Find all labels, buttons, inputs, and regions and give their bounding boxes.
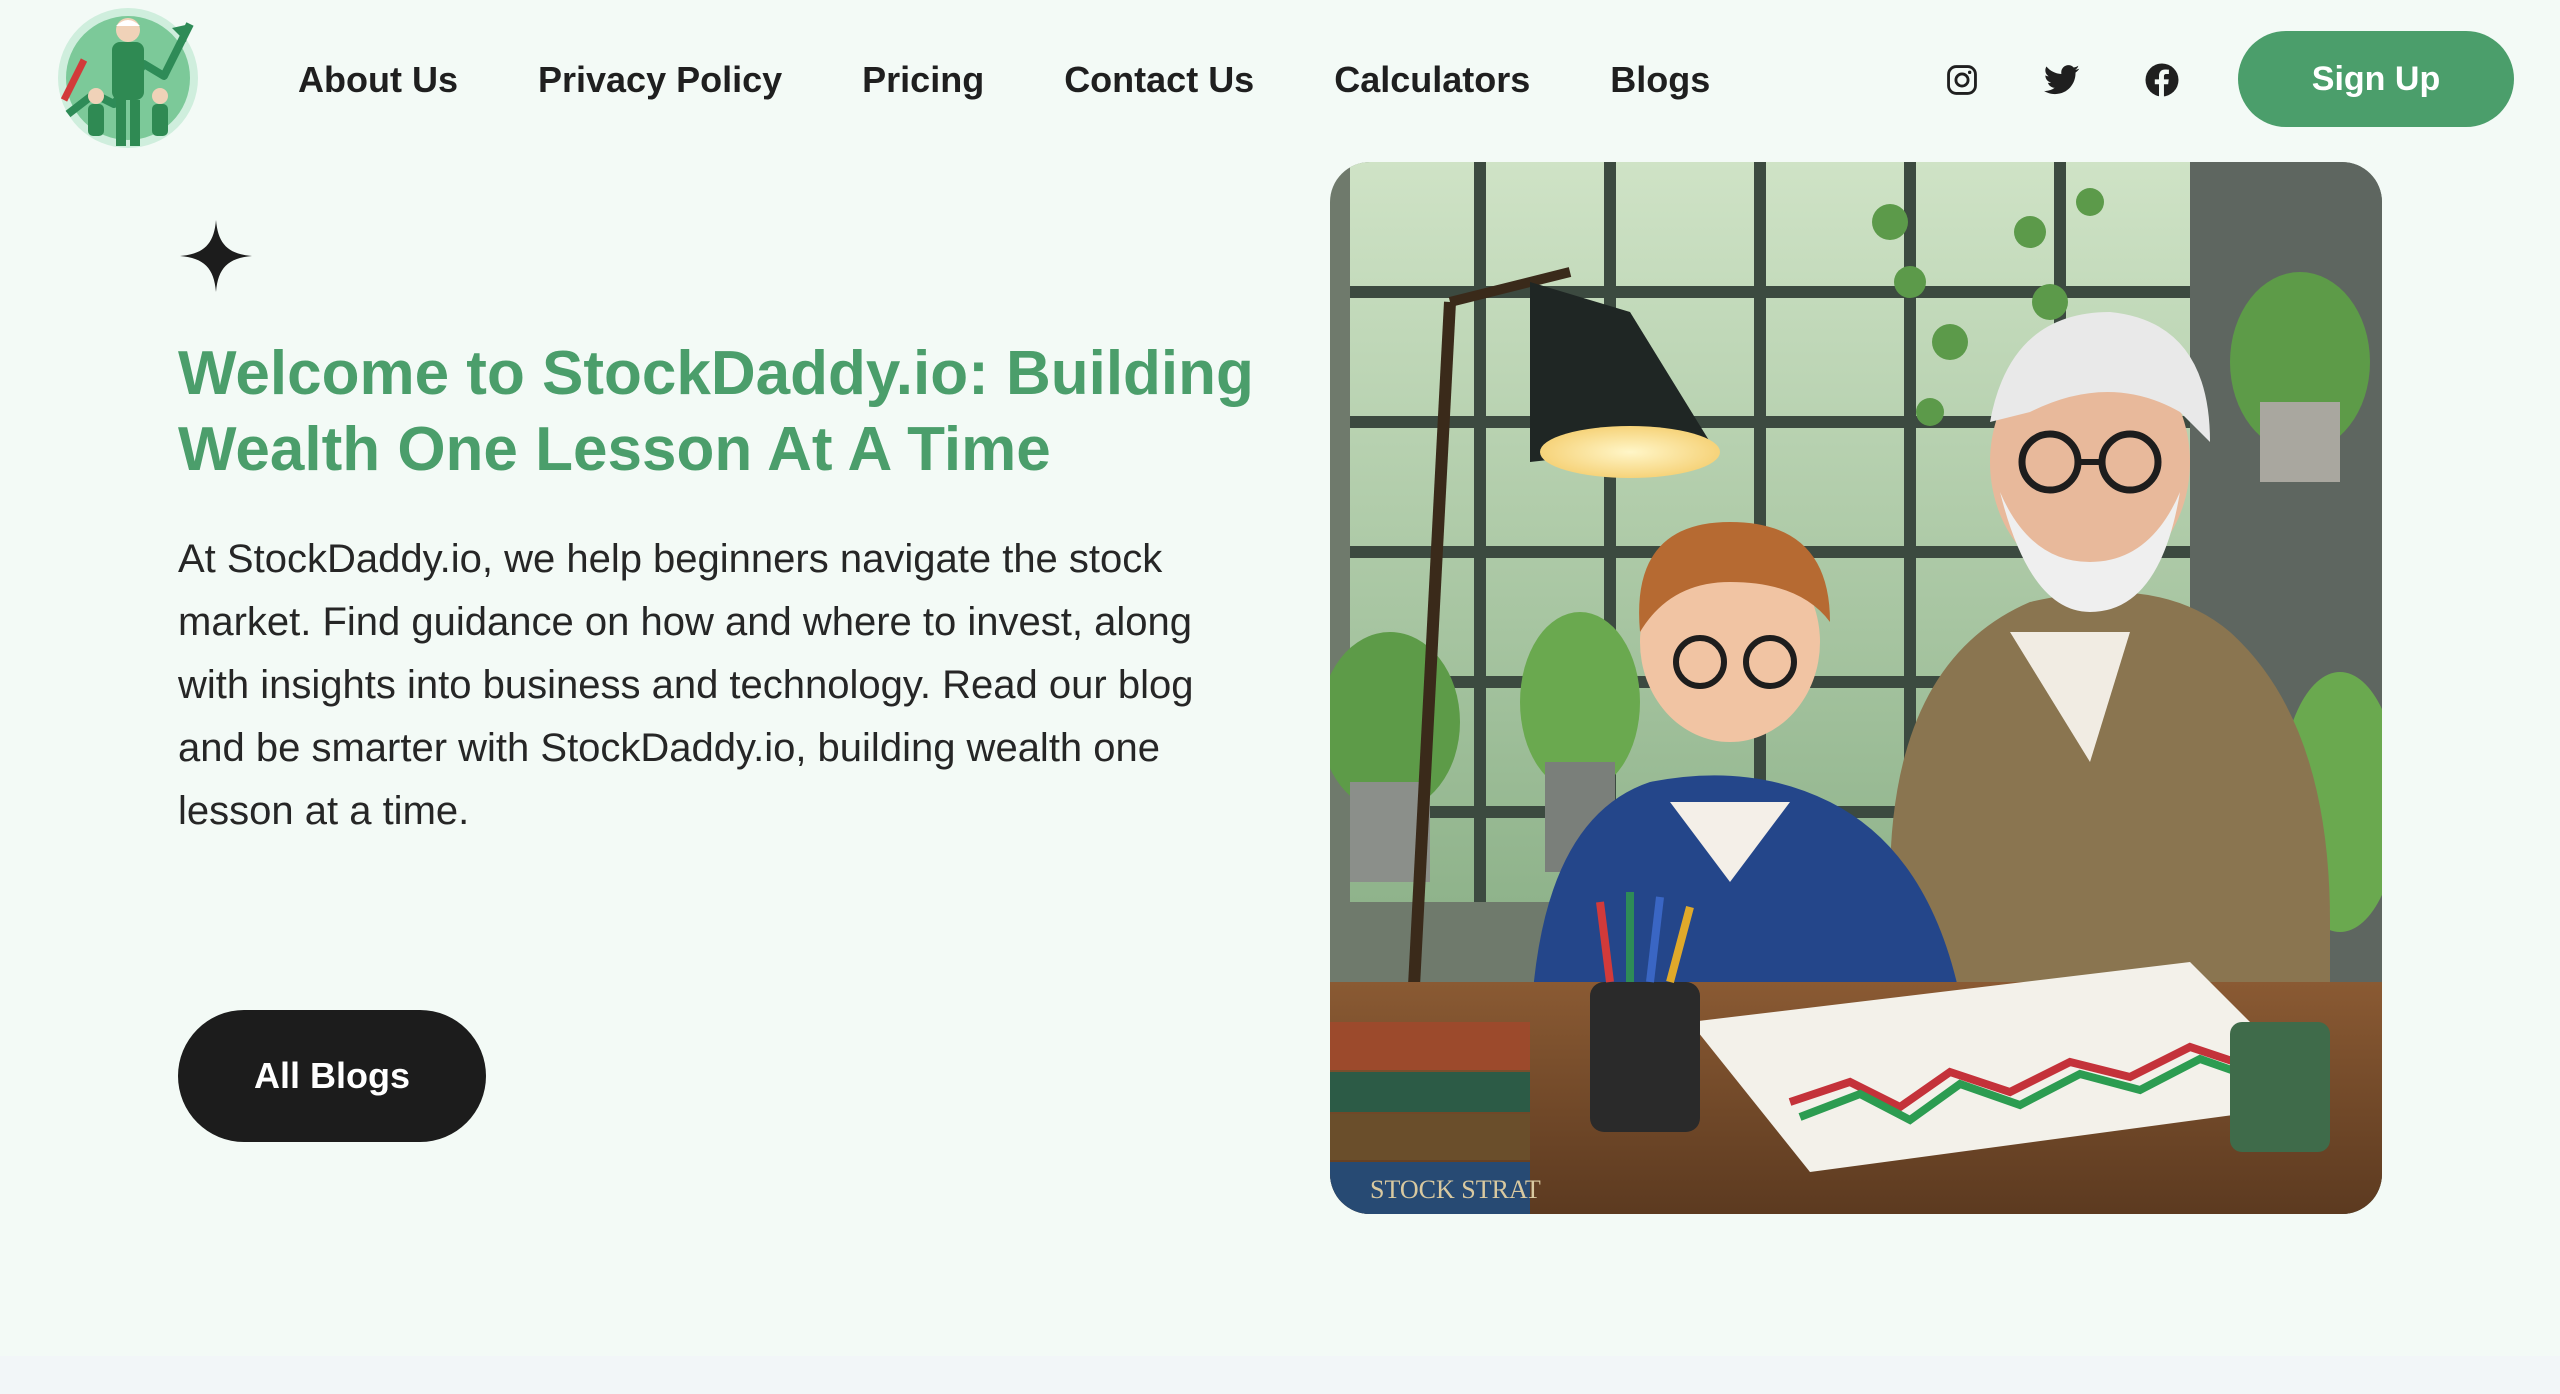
nav-contact-us[interactable]: Contact Us — [1064, 59, 1254, 101]
nav-calculators[interactable]: Calculators — [1334, 59, 1530, 101]
nav-blogs[interactable]: Blogs — [1610, 59, 1710, 101]
page: About Us Privacy Policy Pricing Contact … — [0, 0, 2560, 1394]
sign-up-button[interactable]: Sign Up — [2238, 31, 2514, 127]
stockdaddy-logo-icon[interactable] — [54, 4, 202, 152]
sparkle-icon — [178, 218, 254, 294]
nav-privacy-policy[interactable]: Privacy Policy — [538, 59, 782, 101]
footer-band — [0, 1356, 2560, 1394]
all-blogs-button[interactable]: All Blogs — [178, 1010, 486, 1142]
hero-illustration: STOCK STRAT — [1330, 162, 2382, 1214]
hero-description: At StockDaddy.io, we help beginners navi… — [178, 537, 1194, 833]
nav-pricing[interactable]: Pricing — [862, 59, 984, 101]
twitter-icon[interactable] — [2042, 60, 2082, 100]
hero-title: Welcome to StockDaddy.io: Building Wealt… — [178, 339, 1254, 484]
main-nav: About Us Privacy Policy Pricing Contact … — [298, 52, 1710, 108]
books-spine-label: STOCK STRAT — [1370, 1175, 1541, 1204]
instagram-icon[interactable] — [1942, 60, 1982, 100]
facebook-icon[interactable] — [2142, 60, 2182, 100]
site-header: About Us Privacy Policy Pricing Contact … — [0, 0, 2560, 160]
nav-about-us[interactable]: About Us — [298, 59, 458, 101]
